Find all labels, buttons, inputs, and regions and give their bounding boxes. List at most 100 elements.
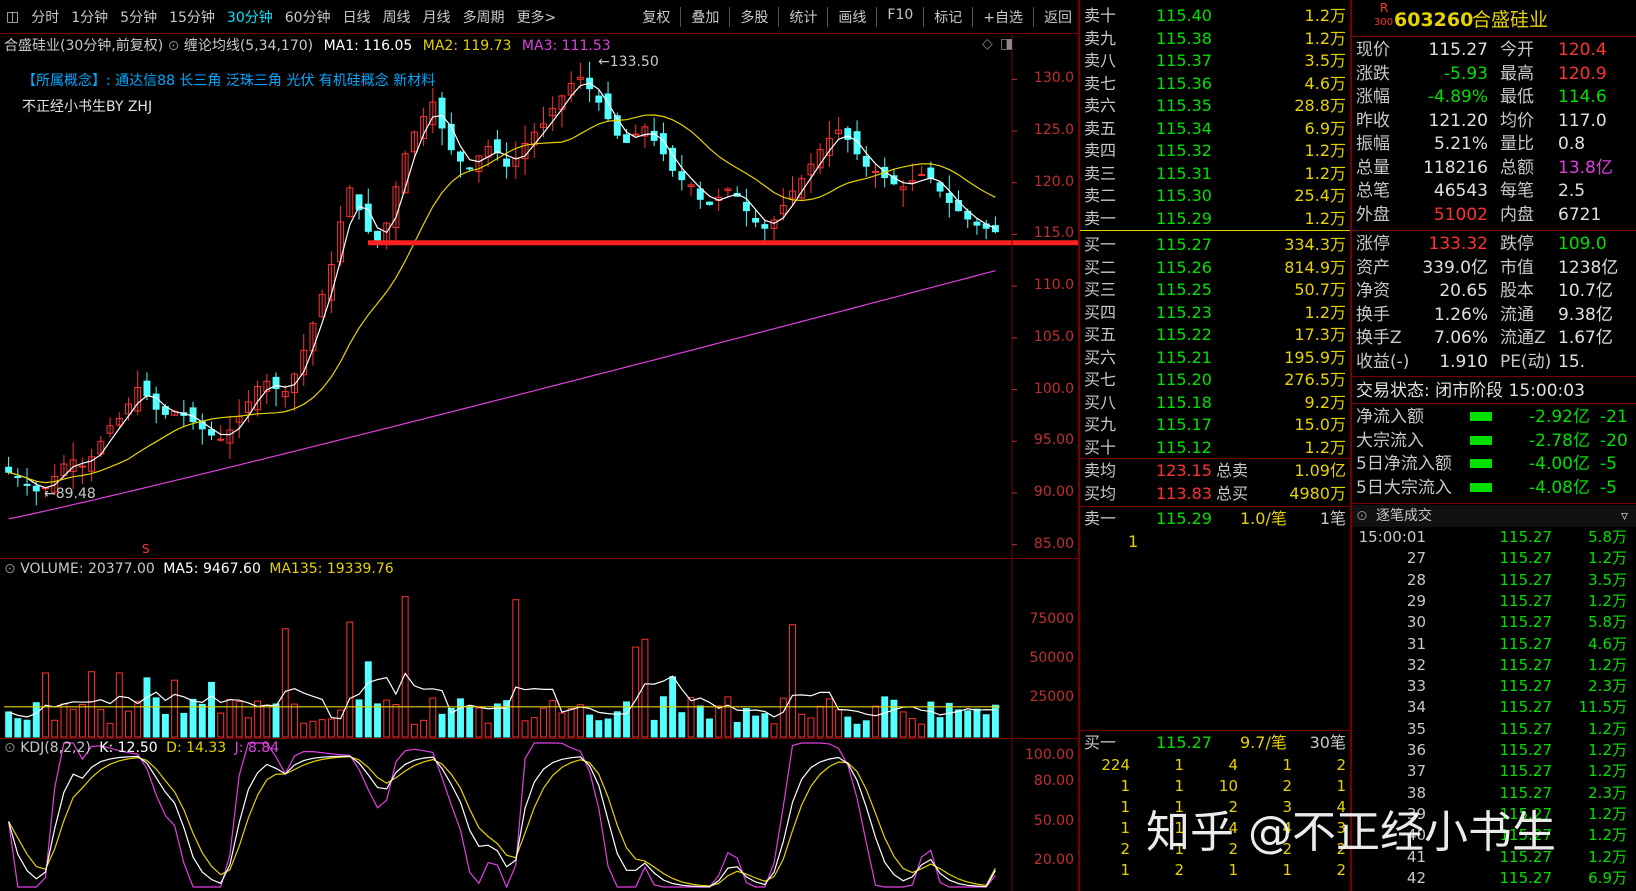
order-book: 卖十 115.40 1.2万 卖九 115.38 1.2万 卖八 115.37 3.5万 卖七 11… bbox=[1080, 0, 1350, 891]
queue-grid-row: 1 1 10 2 1 bbox=[1080, 775, 1350, 797]
volume-bar bbox=[733, 721, 741, 738]
volume-bar bbox=[816, 705, 824, 738]
bid-level[interactable]: 买五 115.22 17.3万 bbox=[1080, 324, 1350, 346]
low-price-value: 89.48 bbox=[55, 486, 96, 502]
bid-level[interactable]: 买九 115.17 15.0万 bbox=[1080, 414, 1350, 436]
quote-row: 涨幅 -4.89% 最低 114.6 bbox=[1352, 85, 1636, 109]
queue-name: 卖一 bbox=[1084, 509, 1117, 528]
ticks-header[interactable]: ⊙ 逐笔成交 ▿ bbox=[1352, 505, 1636, 527]
bid-level[interactable]: 买一 115.27 334.3万 bbox=[1080, 234, 1350, 256]
period-tab[interactable]: 5分钟 bbox=[114, 7, 163, 27]
quote-label: 股本 bbox=[1500, 281, 1534, 301]
queue-order: 1 bbox=[1120, 819, 1130, 837]
volume-chart[interactable] bbox=[0, 559, 1078, 739]
volume-bar bbox=[346, 621, 354, 738]
candlestick-panel[interactable]: 合盛硅业(30分钟,前复权) ⊙ 缠论均线(5,34,170) MA1: 116… bbox=[0, 34, 1078, 559]
ask-level[interactable]: 卖一 115.29 1.2万 bbox=[1080, 208, 1350, 230]
bid-level[interactable]: 买三 115.25 50.7万 bbox=[1080, 279, 1350, 301]
dropdown-icon[interactable]: ⊙ bbox=[168, 38, 180, 54]
indicator-name[interactable]: 缠论均线(5,34,170) bbox=[184, 38, 313, 54]
window-icon[interactable]: ◨ bbox=[1000, 36, 1013, 52]
price-tick: 105.0 bbox=[1033, 328, 1074, 345]
bid-level[interactable]: 买六 115.21 195.9万 bbox=[1080, 347, 1350, 369]
flow-pct: -21 bbox=[1600, 407, 1628, 427]
kdj-chart[interactable] bbox=[0, 739, 1078, 891]
dropdown-icon[interactable]: ⊙ bbox=[4, 740, 16, 756]
quote-value: 7.06% bbox=[1433, 328, 1488, 348]
ask-level[interactable]: 卖六 115.35 28.8万 bbox=[1080, 95, 1350, 117]
tick-price: 115.27 bbox=[1499, 655, 1553, 674]
period-tab[interactable]: 日线 bbox=[337, 7, 377, 27]
volume-bar bbox=[779, 697, 787, 738]
ask-level[interactable]: 卖五 115.34 6.9万 bbox=[1080, 118, 1350, 140]
bid-queue-header[interactable]: 买一 115.27 9.7/笔 30笔 bbox=[1080, 732, 1350, 754]
volume-bar bbox=[715, 705, 723, 738]
filter-icon[interactable]: ▿ bbox=[1621, 505, 1628, 527]
period-tab[interactable]: 更多> bbox=[511, 7, 563, 27]
bid-level[interactable]: 买二 115.26 814.9万 bbox=[1080, 257, 1350, 279]
kdj-panel[interactable]: ⊙ KDJ(8,2,2) K: 12.50 D: 14.33 J: 8.84 1… bbox=[0, 739, 1078, 891]
tick-volume: 6.9万 bbox=[1588, 868, 1627, 887]
period-tab[interactable]: 1分钟 bbox=[65, 7, 114, 27]
price-tick: 130.0 bbox=[1033, 70, 1074, 87]
period-tab[interactable]: 周线 bbox=[377, 7, 417, 27]
quote-label: 流通 bbox=[1500, 304, 1534, 325]
tool-button[interactable]: 返回 bbox=[1038, 7, 1078, 27]
tick-price: 115.27 bbox=[1499, 634, 1553, 653]
ask-level[interactable]: 卖九 115.38 1.2万 bbox=[1080, 28, 1350, 50]
ask-level[interactable]: 卖四 115.32 1.2万 bbox=[1080, 140, 1350, 162]
bid-level[interactable]: 买十 115.12 1.2万 bbox=[1080, 437, 1350, 459]
ask-level[interactable]: 卖三 115.31 1.2万 bbox=[1080, 163, 1350, 185]
tool-button[interactable]: 叠加 bbox=[685, 7, 725, 27]
tool-button[interactable]: 统计 bbox=[783, 7, 823, 27]
tool-button[interactable]: 多股 bbox=[734, 7, 774, 27]
period-tab[interactable]: 60分钟 bbox=[279, 7, 337, 27]
ask-level[interactable]: 卖八 115.37 3.5万 bbox=[1080, 50, 1350, 72]
volume-bar bbox=[244, 717, 252, 738]
period-tab[interactable]: 月线 bbox=[417, 7, 457, 27]
tool-button[interactable]: +自选 bbox=[977, 7, 1029, 27]
volume-bar bbox=[576, 704, 584, 738]
candle-body bbox=[991, 225, 999, 233]
quote-value: 120.9 bbox=[1558, 63, 1607, 84]
tool-button[interactable]: 标记 bbox=[928, 7, 968, 27]
ask-level[interactable]: 卖十 115.40 1.2万 bbox=[1080, 5, 1350, 27]
period-tab[interactable]: 30分钟 bbox=[221, 7, 279, 27]
trading-app: { "toolbar": { "left": ["分时","1分钟","5分钟"… bbox=[0, 0, 1636, 891]
bid-level[interactable]: 买四 115.23 1.2万 bbox=[1080, 302, 1350, 324]
stock-code: 603260 bbox=[1394, 9, 1474, 31]
volume-bar bbox=[438, 713, 446, 738]
volume-bar bbox=[613, 711, 621, 738]
volume-bar bbox=[60, 703, 68, 738]
volume-panel[interactable]: ⊙ VOLUME: 20377.00 MA5: 9467.60 MA135: 1… bbox=[0, 559, 1078, 739]
dropdown-icon[interactable]: ⊙ bbox=[4, 561, 16, 577]
watermark: 知乎 @不正经小书生 bbox=[1146, 807, 1556, 858]
candle-body bbox=[493, 139, 501, 154]
menu-icon[interactable]: ◫ bbox=[0, 9, 25, 25]
period-tab[interactable]: 多周期 bbox=[457, 7, 511, 27]
ask-level[interactable]: 卖七 115.36 4.6万 bbox=[1080, 73, 1350, 95]
tool-button[interactable]: 复权 bbox=[636, 7, 676, 27]
sell-signal-marker: S bbox=[142, 542, 150, 556]
period-tab[interactable]: 分时 bbox=[25, 7, 65, 27]
tick-row: 35 115.27 1.2万 bbox=[1352, 719, 1636, 740]
tick-row: 29 115.27 1.2万 bbox=[1352, 591, 1636, 612]
dropdown-icon[interactable]: ⊙ bbox=[1356, 505, 1368, 527]
period-tab[interactable]: 15分钟 bbox=[163, 7, 221, 27]
quote-label: 总量 bbox=[1356, 157, 1390, 178]
bid-level[interactable]: 买七 115.20 276.5万 bbox=[1080, 369, 1350, 391]
bid-level[interactable]: 买八 115.18 9.2万 bbox=[1080, 392, 1350, 414]
volume-bar bbox=[862, 720, 870, 738]
tool-button[interactable]: F10 bbox=[881, 7, 919, 27]
volume-bar bbox=[106, 722, 114, 738]
ask-level[interactable]: 卖二 115.30 25.4万 bbox=[1080, 185, 1350, 207]
candlestick-chart[interactable] bbox=[0, 34, 1078, 559]
volume-bar bbox=[189, 698, 197, 738]
tool-button[interactable]: 画线 bbox=[832, 7, 872, 27]
tick-row: 30 115.27 5.8万 bbox=[1352, 612, 1636, 633]
ask-queue-header[interactable]: 卖一 115.29 1.0/笔 1笔 bbox=[1080, 508, 1350, 530]
tick-time: 37 bbox=[1406, 762, 1426, 781]
diamond-icon[interactable]: ◇ bbox=[982, 36, 993, 52]
quote-label: 量比 bbox=[1500, 134, 1534, 154]
level-name: 卖一 bbox=[1084, 208, 1117, 228]
